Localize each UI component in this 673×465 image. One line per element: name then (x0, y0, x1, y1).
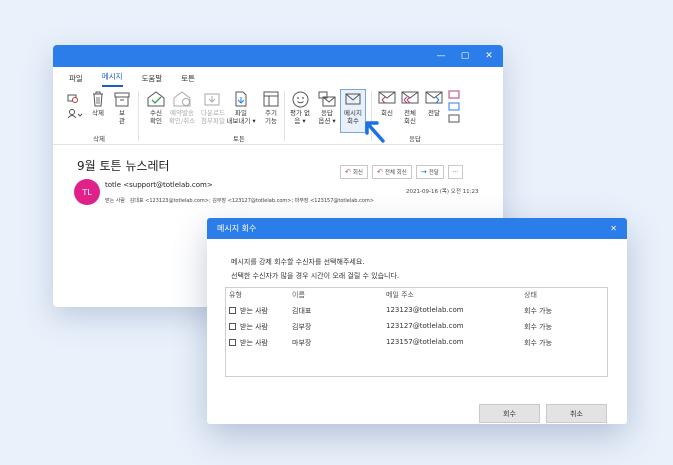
menu-file[interactable]: 파일 (69, 73, 83, 87)
smiley-icon (292, 91, 309, 108)
table-row[interactable]: 받는 사람 김대표 123123@totlelab.com 회수 가능 (226, 306, 607, 320)
assign-icon[interactable] (67, 109, 83, 119)
rate-button[interactable]: 평가 없 음 ▾ (286, 109, 314, 125)
close-icon[interactable]: ✕ (483, 51, 495, 61)
inline-forward-button[interactable]: → 전달 (415, 165, 444, 179)
recipient-email: 123157@totlelab.com (386, 338, 464, 346)
recipient-name: 마부장 (292, 339, 312, 347)
menu-message[interactable]: 메시지 (101, 71, 123, 87)
ignore-icon[interactable] (67, 93, 78, 103)
dialog-titlebar: 메시지 회수 ✕ (207, 218, 627, 239)
inline-reply-button[interactable]: ↶ 회신 (340, 165, 368, 179)
pointer-arrow-icon (365, 121, 385, 143)
group-label-reply: 응답 (409, 135, 421, 143)
more-options-button[interactable]: ··· (447, 165, 464, 179)
dialog-body: 메시지를 강제 회수할 수신자를 선택해주세요. 선택한 수신자가 많을 경우 … (207, 239, 627, 424)
window-titlebar: — ▢ ✕ (53, 45, 503, 67)
export-file-button[interactable]: 파일 내보내기 ▾ (225, 109, 257, 125)
row-checkbox[interactable] (229, 307, 236, 314)
reply-options-icon (318, 91, 336, 107)
table-row[interactable]: 받는 사람 김부장 123127@totlelab.com 회수 가능 (226, 322, 607, 336)
column-header-type: 유형 (229, 291, 242, 299)
recipient-name: 김부장 (292, 323, 312, 331)
table-header: 유형 이름 메일 주소 상태 (226, 290, 607, 304)
schedule-send-icon (173, 91, 191, 107)
reply-icon (378, 91, 396, 104)
maximize-icon[interactable]: ▢ (459, 51, 471, 61)
menu-totuen[interactable]: 토튼 (181, 73, 195, 87)
minimize-icon[interactable]: — (435, 51, 447, 61)
reply-arrow-icon: ↶ (345, 168, 351, 176)
recipient-email: 123123@totlelab.com (386, 306, 464, 314)
forward-arrow-icon: → (420, 168, 427, 176)
cancel-button[interactable]: 취소 (546, 404, 607, 423)
delete-button[interactable]: 삭제 (90, 109, 106, 117)
email-subject: 9월 토튼 뉴스레터 (77, 159, 170, 173)
row-checkbox[interactable] (229, 339, 236, 346)
group-label-totuen: 토튼 (233, 135, 245, 143)
reply-all-button[interactable]: 전체 회신 (400, 109, 420, 125)
to-label: 받는 사람 (105, 198, 125, 204)
trash-icon (93, 91, 103, 107)
recall-message-icon (345, 93, 361, 105)
recipient-table: 유형 이름 메일 주소 상태 받는 사람 김대표 123123@totlelab… (225, 287, 608, 377)
download-attachment-button[interactable]: 다운로드 첨부파일 (200, 109, 226, 125)
archive-button[interactable]: 보 관 (116, 109, 128, 125)
dialog-instructions: 메시지를 강제 회수할 수신자를 선택해주세요. 선택한 수신자가 많을 경우 … (231, 255, 399, 283)
recipients-line: 받는 사람 김대표 <123123@totlelab.com>; 김부장 <12… (105, 197, 374, 204)
forward-icon (425, 91, 443, 104)
collect-icon (263, 91, 279, 107)
column-header-email: 메일 주소 (386, 291, 414, 299)
attachment-download-icon (204, 93, 220, 106)
reply-all-arrow-icon: ↶ (377, 168, 383, 176)
read-receipt-icon (147, 91, 165, 107)
recipient-status: 회수 가능 (524, 307, 552, 315)
column-header-name: 이름 (292, 291, 305, 299)
inline-reply-all-button[interactable]: ↶ 전체 회신 (372, 165, 412, 179)
menu-help[interactable]: 도움말 (142, 73, 163, 87)
collect-button[interactable]: 주기 기능 (262, 109, 280, 125)
group-label-delete: 삭제 (93, 135, 105, 143)
reply-options-button[interactable]: 응답 옵션 ▾ (313, 109, 341, 125)
instruction-line: 메시지를 강제 회수할 수신자를 선택해주세요. (231, 258, 365, 266)
reply-all-icon (401, 91, 419, 104)
table-row[interactable]: 받는 사람 마부장 123157@totlelab.com 회수 가능 (226, 338, 607, 352)
recall-confirm-button[interactable]: 회수 (479, 404, 540, 423)
dialog-title: 메시지 회수 (217, 224, 257, 233)
dialog-close-icon[interactable]: ✕ (610, 224, 617, 233)
recall-dialog: 메시지 회수 ✕ 메시지를 강제 회수할 수신자를 선택해주세요. 선택한 수신… (207, 218, 627, 424)
sender-address[interactable]: totle <support@totlelab.com> (105, 181, 213, 189)
recipient-type: 받는 사람 (240, 323, 268, 331)
read-receipt-button[interactable]: 수신 확인 (147, 109, 165, 125)
forward-button[interactable]: 전달 (425, 109, 443, 117)
recipients-list[interactable]: 김대표 <123123@totlelab.com>; 김부장 <123127@t… (130, 198, 374, 204)
sender-avatar: TL (74, 179, 100, 205)
reply-button-group: ↶ 회신 ↶ 전체 회신 → 전달 ··· (340, 165, 464, 179)
recipient-status: 회수 가능 (524, 339, 552, 347)
export-file-icon (235, 91, 247, 107)
column-header-status: 상태 (524, 291, 537, 299)
more-respond-icon[interactable] (448, 90, 462, 126)
recipient-email: 123127@totlelab.com (386, 322, 464, 330)
reply-button[interactable]: 회신 (378, 109, 396, 117)
row-checkbox[interactable] (229, 323, 236, 330)
recipient-type: 받는 사람 (240, 339, 268, 347)
ribbon: 삭제 보 관 삭제 수신 확인 예약발송 확인/취소 다운로드 첨부파일 파일 … (53, 87, 503, 145)
archive-icon (114, 92, 130, 107)
recipient-name: 김대표 (292, 307, 312, 315)
recipient-status: 회수 가능 (524, 323, 552, 331)
instruction-line: 선택한 수신자가 많을 경우 시간이 오래 걸릴 수 있습니다. (231, 272, 400, 280)
email-date: 2021-09-16 (목) 오전 11:23 (406, 189, 479, 195)
schedule-send-button[interactable]: 예약발송 확인/취소 (165, 109, 199, 125)
recipient-type: 받는 사람 (240, 307, 268, 315)
menu-bar: 파일 메시지 도움말 토튼 (53, 67, 503, 87)
